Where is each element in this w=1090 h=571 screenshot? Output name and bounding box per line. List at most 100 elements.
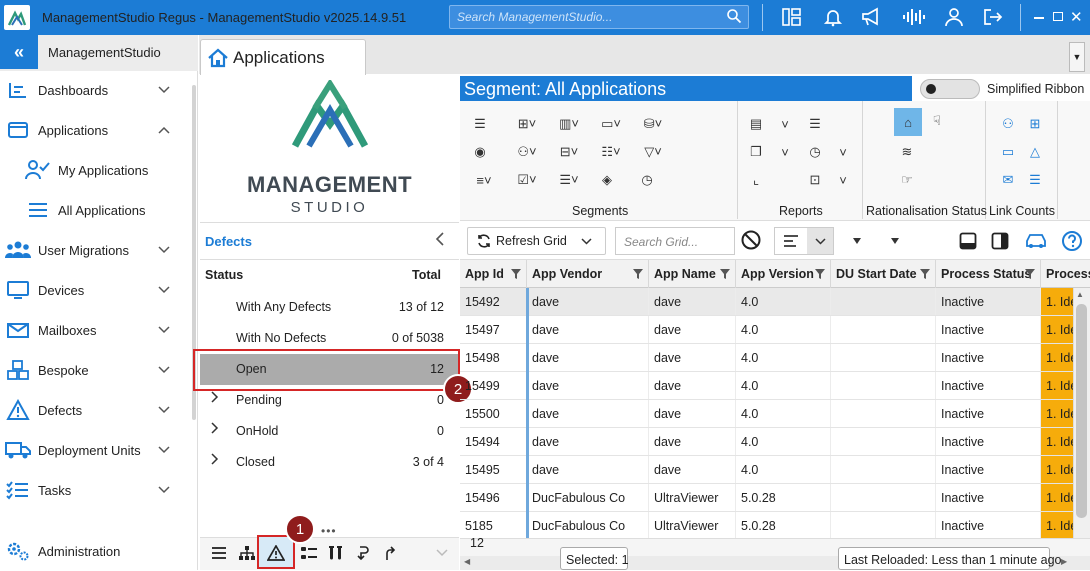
- sidebar-item-devices[interactable]: Devices: [0, 270, 190, 310]
- table-row[interactable]: 15495 dave dave 4.0 Inactive 1. Ide: [460, 456, 1080, 484]
- chevron-right-icon[interactable]: [211, 453, 219, 468]
- table-row[interactable]: 5185 DucFabulous Co UltraViewer 5.0.28 Inact…: [460, 512, 1080, 540]
- column-header-app-name[interactable]: App Name: [649, 260, 736, 288]
- logout-icon[interactable]: [982, 6, 1004, 28]
- scroll-left-icon[interactable]: ◀: [464, 557, 470, 566]
- car-icon[interactable]: [1022, 229, 1050, 253]
- audio-wave-icon[interactable]: [900, 6, 930, 28]
- checkbox-dropdown-icon[interactable]: ☑˅: [510, 169, 544, 191]
- sidebar-item-mailboxes[interactable]: Mailboxes: [0, 310, 190, 350]
- chevron-down-icon[interactable]: ˅: [772, 113, 798, 135]
- sidebar-item-user-migrations[interactable]: User Migrations: [0, 230, 190, 270]
- table-row[interactable]: 15496 DucFabulous Co UltraViewer 5.0.28 Inac…: [460, 484, 1080, 512]
- clear-search-icon[interactable]: [740, 229, 762, 251]
- tab-applications[interactable]: Applications: [200, 39, 366, 75]
- close-icon[interactable]: ✕: [1070, 8, 1083, 26]
- defect-status-row[interactable]: With Any Defects 13 of 12: [200, 292, 459, 323]
- grid-search-input[interactable]: Search Grid...: [615, 227, 735, 255]
- menu-icon[interactable]: [209, 542, 229, 564]
- export-icon[interactable]: ⊡: [802, 169, 828, 191]
- layers-icon[interactable]: ≋: [894, 141, 920, 163]
- sidebar-item-deployment-units[interactable]: Deployment Units: [0, 430, 190, 470]
- line-chart-icon[interactable]: ⌞: [743, 169, 769, 191]
- sort-down-icon[interactable]: [845, 229, 869, 253]
- defect-status-row[interactable]: OnHold 0: [200, 416, 459, 447]
- mailbox-link-icon[interactable]: ✉: [995, 169, 1021, 191]
- more-dots-icon[interactable]: •••: [321, 524, 337, 538]
- column-header-process-status[interactable]: Process Status: [936, 260, 1041, 288]
- tasks-dropdown-icon[interactable]: ☷˅: [594, 141, 628, 163]
- user-circle-icon[interactable]: ◉: [467, 141, 493, 163]
- column-header-app-version[interactable]: App Version: [736, 260, 831, 288]
- monitor-link-icon[interactable]: ▭: [995, 141, 1021, 163]
- scrollbar-thumb[interactable]: [1076, 304, 1087, 518]
- megaphone-icon[interactable]: [860, 6, 882, 28]
- chevron-right-icon[interactable]: [211, 391, 219, 406]
- chevron-down-icon[interactable]: [432, 542, 452, 564]
- tab-dropdown-button[interactable]: ▼: [1069, 42, 1085, 72]
- column-header-du-start-date[interactable]: DU Start Date: [831, 260, 936, 288]
- table-row[interactable]: 15500 dave dave 4.0 Inactive 1. Ide: [460, 400, 1080, 428]
- scroll-up-icon[interactable]: ▲: [1076, 290, 1084, 299]
- list-icon[interactable]: ☰: [467, 113, 493, 135]
- table-row[interactable]: 15492 dave dave 4.0 Inactive 1. Ide: [460, 288, 1080, 316]
- user-icon[interactable]: [943, 6, 965, 28]
- defect-status-row[interactable]: Closed 3 of 4: [200, 447, 459, 478]
- filter-dropdown-icon[interactable]: ▽˅: [636, 141, 670, 163]
- minimize-icon[interactable]: [1034, 17, 1044, 19]
- cubes-link-icon[interactable]: ⊞: [1022, 113, 1048, 135]
- sidebar-item-my-applications[interactable]: My Applications: [20, 150, 190, 190]
- users-dropdown-icon[interactable]: ⚇˅: [510, 141, 544, 163]
- sidebar-item-applications[interactable]: Applications: [0, 110, 190, 150]
- history-icon[interactable]: ◷: [634, 169, 660, 191]
- tag-icon[interactable]: ◈: [594, 169, 620, 191]
- filter-icon[interactable]: [720, 268, 730, 282]
- map-icon[interactable]: [781, 6, 803, 28]
- folder-dropdown-icon[interactable]: ▭˅: [594, 113, 628, 135]
- global-search-input[interactable]: Search ManagementStudio...: [449, 5, 749, 29]
- chevron-down-icon[interactable]: ˅: [830, 141, 856, 163]
- chevron-right-icon[interactable]: [211, 422, 219, 437]
- toggle-list-icon[interactable]: [299, 542, 319, 564]
- home-status-icon[interactable]: ⌂: [894, 108, 922, 136]
- filter-icon[interactable]: [511, 268, 521, 282]
- database-dropdown-icon[interactable]: ⛁˅: [636, 113, 670, 135]
- column-header-process[interactable]: Process: [1041, 260, 1090, 288]
- table-row[interactable]: 15499 dave dave 4.0 Inactive 1. Ide: [460, 372, 1080, 400]
- filter-icon[interactable]: [920, 268, 930, 282]
- table-row[interactable]: 15497 dave dave 4.0 Inactive 1. Ide: [460, 316, 1080, 344]
- table-row[interactable]: 15494 dave dave 4.0 Inactive 1. Ide: [460, 428, 1080, 456]
- up-arrow-icon[interactable]: [381, 542, 401, 564]
- chevron-left-icon[interactable]: [435, 232, 445, 250]
- filter-icon[interactable]: [1025, 268, 1035, 282]
- sidebar-item-dashboards[interactable]: Dashboards: [0, 70, 190, 110]
- column-header-app-id[interactable]: App Id: [460, 260, 527, 288]
- help-icon[interactable]: [1060, 229, 1084, 253]
- collapse-sidebar-button[interactable]: «: [0, 35, 38, 69]
- pointer-icon[interactable]: ☞: [894, 169, 920, 191]
- sidebar-item-all-applications[interactable]: All Applications: [20, 190, 190, 230]
- users-link-icon[interactable]: ⚇: [995, 113, 1021, 135]
- warning-link-icon[interactable]: △: [1022, 141, 1048, 163]
- menu-dropdown-icon[interactable]: ≡˅: [467, 169, 501, 191]
- panel-right-icon[interactable]: [988, 229, 1012, 253]
- checklist-icon[interactable]: ☰: [802, 113, 828, 135]
- search-icon[interactable]: [726, 8, 742, 27]
- checklist-dropdown-icon[interactable]: ☰˅: [552, 169, 586, 191]
- chevron-down-icon[interactable]: ˅: [830, 169, 856, 191]
- thumbs-down-icon[interactable]: ☟: [924, 110, 950, 132]
- align-dropdown[interactable]: [774, 227, 834, 255]
- maximize-icon[interactable]: [1053, 12, 1063, 21]
- sidebar-item-bespoke[interactable]: Bespoke: [0, 350, 190, 390]
- hierarchy-icon[interactable]: [237, 542, 257, 564]
- panel-bottom-icon[interactable]: [956, 229, 980, 253]
- filter-icon[interactable]: [815, 268, 825, 282]
- column-header-app-vendor[interactable]: App Vendor: [527, 260, 649, 288]
- sidebar-item-tasks[interactable]: Tasks: [0, 470, 190, 510]
- bell-icon[interactable]: [822, 6, 844, 28]
- report-list-icon[interactable]: ▤: [743, 113, 769, 135]
- chevron-down-icon[interactable]: ˅: [772, 141, 798, 163]
- clock-icon[interactable]: ◷: [802, 141, 828, 163]
- return-arrow-icon[interactable]: [354, 542, 374, 564]
- test-tubes-dropdown-icon[interactable]: ▥˅: [552, 113, 586, 135]
